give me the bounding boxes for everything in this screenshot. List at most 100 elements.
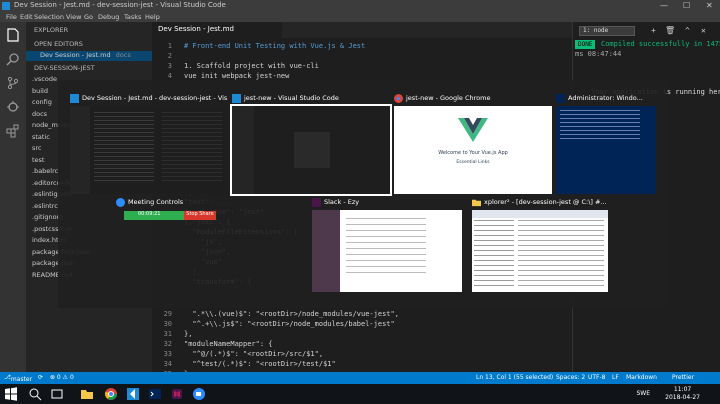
open-editor-item[interactable]: Dev Session - Jest.md docs	[26, 51, 152, 61]
menu-debug[interactable]: Debug	[98, 13, 119, 21]
search-icon[interactable]	[6, 52, 20, 66]
file-tree-item[interactable]: .babelrc	[32, 167, 58, 175]
extensions-icon[interactable]	[6, 124, 20, 138]
file-tree-item[interactable]: build	[32, 87, 48, 95]
stop-share-button: Stop Share	[184, 211, 216, 220]
terminal-line: ms 08:47:44	[575, 50, 622, 58]
file-tree-item[interactable]: docs	[32, 110, 47, 118]
git-branch[interactable]: ⎇ master	[4, 374, 32, 383]
line-number: 4	[167, 72, 172, 80]
file-tree-item[interactable]: test	[32, 156, 44, 164]
sync-icon[interactable]: ⟳	[38, 374, 43, 381]
vscode-logo-icon	[2, 2, 10, 10]
switcher-window-chrome[interactable]: jest-new - Google Chrome Welcome to Your…	[394, 92, 552, 194]
chrome-icon	[394, 94, 403, 103]
code-line: },	[184, 330, 193, 338]
terminal-icon[interactable]	[148, 387, 162, 401]
input-language[interactable]: SWE	[636, 390, 650, 397]
search-icon[interactable]	[28, 387, 42, 401]
code-line: # Front-end Unit Testing with Vue.js & J…	[184, 42, 366, 50]
window-thumbnail	[230, 104, 392, 196]
done-badge: DONE	[575, 40, 596, 49]
line-number: 34	[163, 360, 172, 368]
task-view-icon[interactable]	[50, 387, 64, 401]
start-icon[interactable]	[4, 387, 18, 401]
new-terminal-icon[interactable]: +	[651, 26, 656, 35]
problems-count[interactable]: ⊗ 0 ⚠ 0	[50, 374, 74, 381]
sidebar-header: EXPLORER	[34, 26, 69, 34]
minimize-button[interactable]: —	[660, 1, 668, 10]
window-title: Meeting Controls	[128, 198, 184, 206]
switcher-window-admin-cmd[interactable]: Administrator: Windo...	[556, 92, 656, 194]
line-number: 3	[167, 62, 172, 70]
window-title: xplorer² - [dev-session-jest @ C:\] #...	[484, 198, 607, 206]
window-title: Dev Session - Jest.md - dev-session-jest…	[14, 1, 226, 9]
explorer-icon[interactable]	[6, 28, 20, 42]
window-title: jest-new - Google Chrome	[406, 94, 491, 102]
switcher-window-xplorer[interactable]: xplorer² - [dev-session-jest @ C:\] #...	[472, 196, 608, 292]
window-thumbnail	[556, 106, 656, 194]
tab-label: Dev Session - Jest.md	[158, 25, 234, 33]
file-tree-item[interactable]: src	[32, 144, 42, 152]
terminal-icon	[556, 94, 565, 103]
terminal-selector[interactable]: 1: node	[579, 26, 635, 36]
menu-view[interactable]: View	[66, 13, 81, 21]
file-explorer-icon[interactable]	[80, 387, 94, 401]
vscode-icon	[232, 94, 241, 103]
line-number: 30	[163, 320, 172, 328]
project-section[interactable]: DEV-SESSION-JEST	[34, 64, 95, 72]
open-editors-section[interactable]: OPEN EDITORS	[34, 40, 83, 48]
close-button[interactable]: ✕	[706, 1, 713, 10]
vscode-icon	[70, 94, 79, 103]
open-editor-dir: docs	[115, 51, 131, 59]
line-number: 29	[163, 310, 172, 318]
zoom-icon	[116, 198, 125, 207]
menu-tasks[interactable]: Tasks	[124, 13, 141, 21]
file-tree-item[interactable]: .eslintrc	[32, 202, 58, 210]
cursor-position[interactable]: Ln 13, Col 1 (55 selected)	[476, 374, 553, 381]
menu-file[interactable]: File	[6, 13, 17, 21]
clock[interactable]: 11:07 2018-04-27	[665, 386, 700, 402]
file-tree-item[interactable]: config	[32, 98, 52, 106]
switcher-window-vscode-session[interactable]: Dev Session - Jest.md - dev-session-jest…	[70, 92, 228, 194]
switcher-window-vscode-jest-new[interactable]: jest-new - Visual Studio Code	[230, 92, 392, 196]
window-thumbnail	[472, 210, 608, 292]
vscode-icon[interactable]	[126, 387, 140, 401]
window-title: Administrator: Windo...	[568, 94, 643, 102]
line-number: 1	[167, 42, 172, 50]
close-panel-icon[interactable]: ✕	[701, 26, 706, 35]
window-thumbnail: 00:09:21 Stop Share	[116, 210, 274, 224]
code-line: "^test/(.*)$": "<rootDir>/test/$1"	[184, 360, 336, 368]
slack-icon[interactable]	[170, 387, 184, 401]
trash-icon[interactable]: 🗑	[665, 26, 675, 35]
file-tree-item[interactable]: static	[32, 133, 50, 141]
menu-bar: File Edit Selection View Go Debug Tasks …	[0, 12, 720, 22]
zoom-icon[interactable]	[192, 387, 206, 401]
window-thumbnail	[70, 106, 228, 194]
file-tree-item[interactable]: .vscode	[32, 75, 57, 83]
indentation[interactable]: Spaces: 2	[556, 374, 585, 381]
code-line: "^.+\\.js$": "<rootDir>/node_modules/bab…	[184, 320, 395, 328]
chrome-thumb-subheading: Essential Links	[456, 160, 490, 165]
formatter[interactable]: Prettier	[672, 374, 694, 381]
maximize-panel-icon[interactable]: ^	[685, 26, 690, 35]
code-line: "moduleNameMapper": {	[184, 340, 273, 348]
tab-jest-md[interactable]: Dev Session - Jest.md	[152, 22, 282, 38]
window-title: Slack - Ezy	[324, 198, 360, 206]
debug-icon[interactable]	[6, 100, 20, 114]
encoding[interactable]: UTF-8	[588, 374, 606, 381]
switcher-window-meeting-controls[interactable]: Meeting Controls 00:09:21 Stop Share	[116, 196, 274, 224]
chrome-icon[interactable]	[104, 387, 118, 401]
menu-help[interactable]: Help	[145, 13, 160, 21]
menu-edit[interactable]: Edit	[20, 13, 33, 21]
menu-go[interactable]: Go	[84, 13, 93, 21]
window-title: Dev Session - Jest.md - dev-session-jest…	[82, 94, 228, 102]
code-line: 1. Scaffold project with vue-cli	[184, 62, 319, 70]
menu-selection[interactable]: Selection	[34, 13, 64, 21]
maximize-button[interactable]: ☐	[683, 1, 690, 10]
source-control-icon[interactable]	[6, 76, 20, 90]
language-mode[interactable]: Markdown	[626, 374, 657, 381]
meeting-timer: 00:09:21	[124, 211, 184, 220]
line-ending[interactable]: LF	[612, 374, 619, 381]
switcher-window-slack[interactable]: Slack - Ezy	[312, 196, 462, 292]
